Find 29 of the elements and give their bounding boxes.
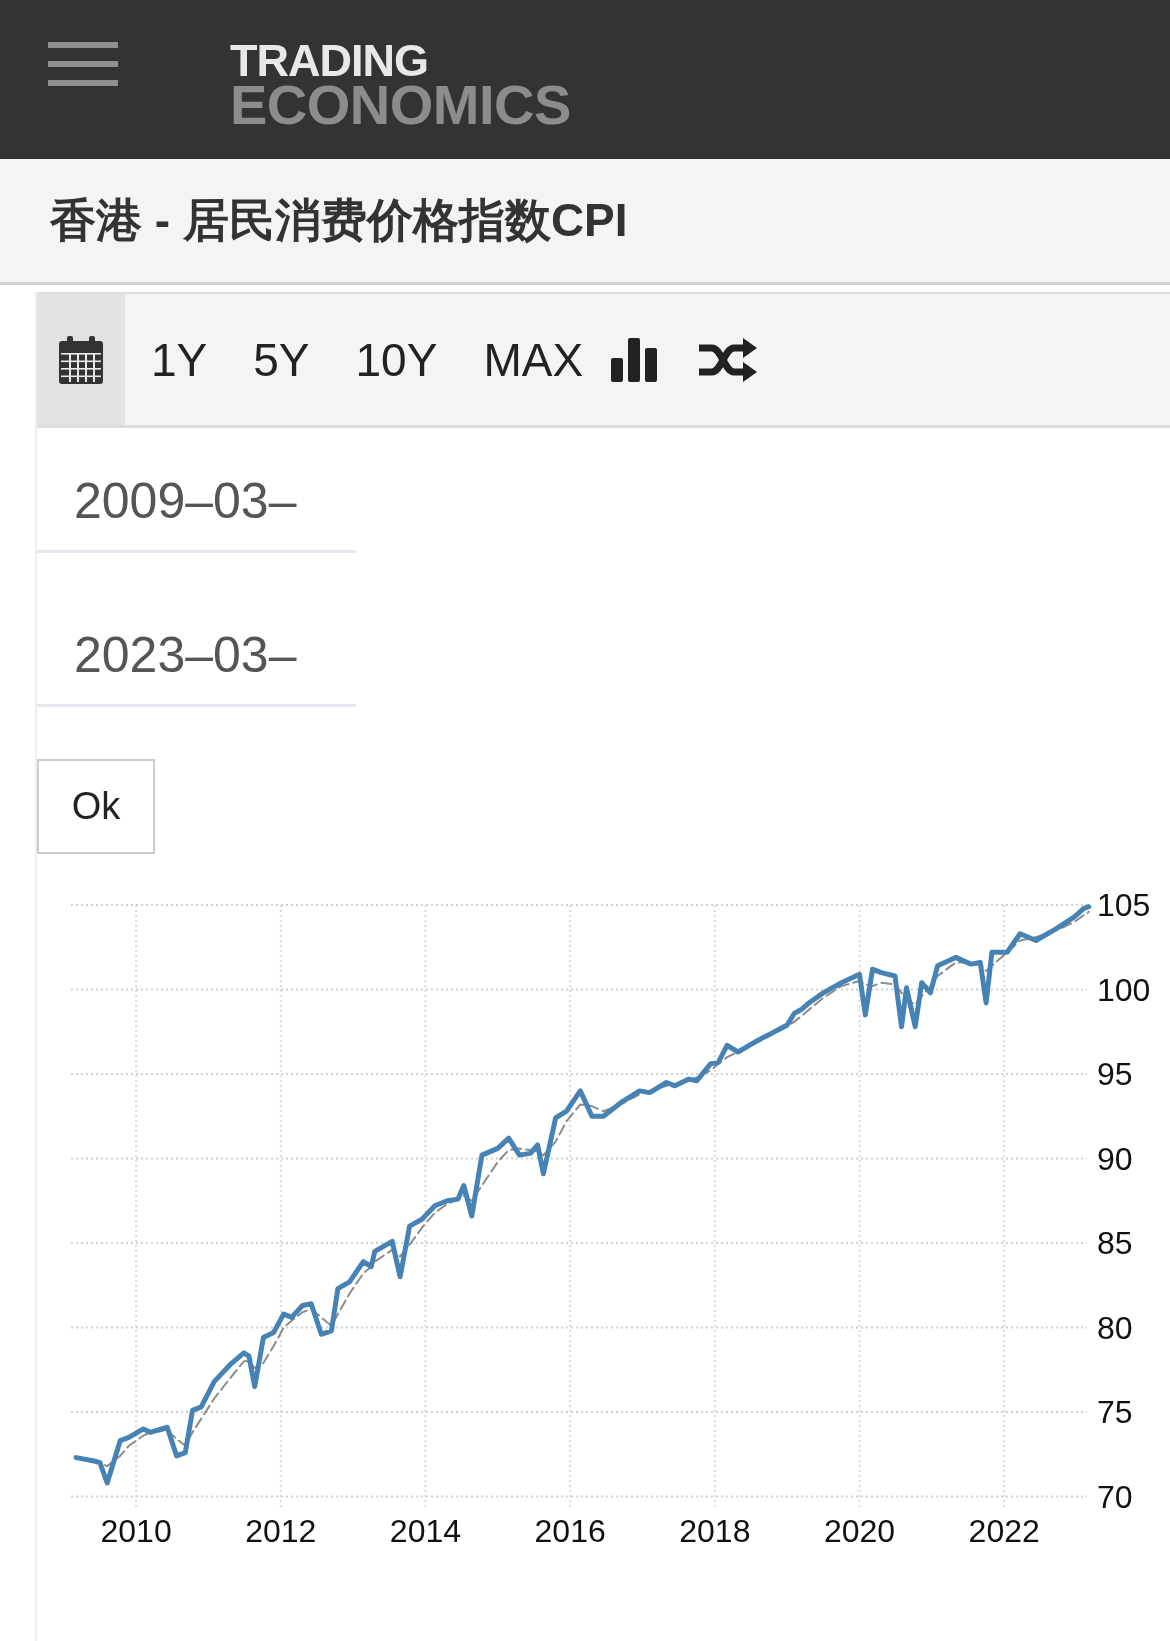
y-axis-label: 95 (1097, 1056, 1133, 1092)
calendar-button[interactable] (37, 294, 125, 425)
bar-chart-icon[interactable] (611, 337, 658, 382)
x-axis-label: 2020 (823, 1512, 896, 1549)
y-axis-label: 70 (1097, 1478, 1133, 1515)
ok-button[interactable]: Ok (37, 759, 155, 854)
range-button[interactable]: MAX (460, 294, 607, 425)
y-axis-label: 105 (1097, 887, 1151, 923)
shuffle-icon[interactable] (699, 337, 758, 382)
logo-link[interactable]: TRADING ECONOMICS (230, 41, 571, 129)
x-axis-label: 2016 (534, 1512, 606, 1549)
page-title: 香港 - 居民消费价格指数CPI (50, 192, 628, 248)
date-input[interactable]: 2023–03– (37, 606, 356, 707)
range-button[interactable]: 10Y (332, 294, 461, 425)
x-axis-label: 2010 (100, 1512, 172, 1549)
y-axis-label: 90 (1097, 1140, 1133, 1177)
x-axis-label: 2018 (679, 1512, 751, 1549)
y-axis-label: 75 (1097, 1394, 1133, 1430)
menu-icon[interactable] (48, 42, 118, 86)
calendar-icon (59, 335, 103, 384)
x-axis-label: 2012 (245, 1512, 317, 1549)
y-axis-label: 85 (1097, 1225, 1133, 1261)
range-button[interactable]: 1Y (128, 294, 231, 425)
x-axis-label: 2022 (968, 1512, 1040, 1549)
x-axis-label: 2014 (389, 1512, 462, 1549)
date-input[interactable]: 2009–03– (37, 452, 356, 553)
y-axis-label: 100 (1097, 971, 1151, 1008)
y-axis-label: 80 (1097, 1309, 1133, 1346)
range-button[interactable]: 5Y (230, 294, 333, 425)
